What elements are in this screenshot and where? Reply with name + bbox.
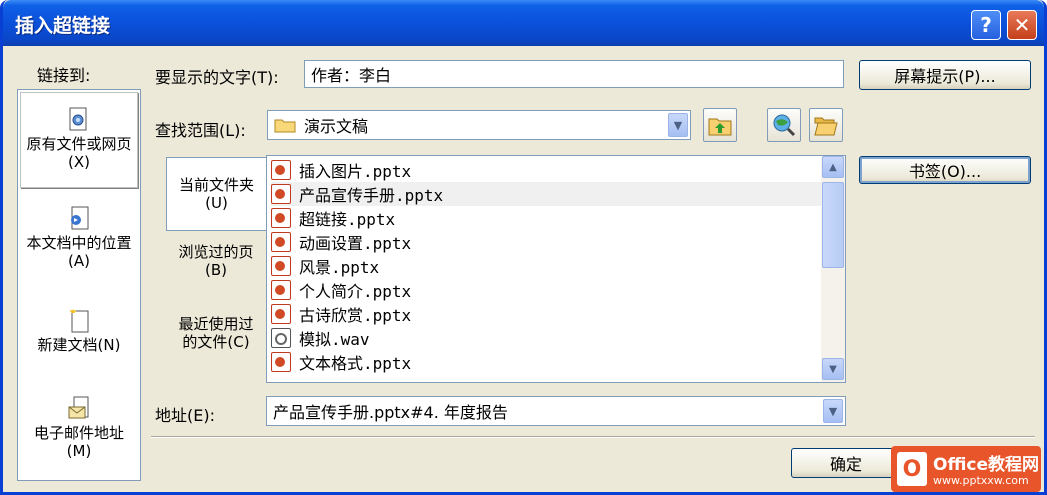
- close-button[interactable]: ✕: [1007, 10, 1037, 40]
- place-in-document[interactable]: 本文档中的位置(A): [20, 202, 138, 282]
- browse-web-button[interactable]: [767, 108, 801, 142]
- list-item[interactable]: 模拟.wav: [271, 326, 821, 350]
- scroll-thumb[interactable]: [822, 182, 844, 268]
- place-existing-file[interactable]: 原有文件或网页(X): [20, 92, 138, 188]
- bookmark-button[interactable]: 书签(O)...: [859, 156, 1031, 184]
- office-logo-icon: O: [897, 452, 927, 486]
- place-in-document-icon: [68, 206, 90, 232]
- chevron-down-icon[interactable]: ▼: [823, 399, 843, 423]
- file-name: 风景.pptx: [299, 258, 380, 277]
- up-folder-icon: [708, 118, 732, 136]
- pptx-file-icon: [271, 184, 291, 204]
- chevron-down-icon[interactable]: ▼: [668, 113, 688, 137]
- pptx-file-icon: [271, 352, 291, 372]
- file-name: 个人简介.pptx: [299, 282, 412, 301]
- pptx-file-icon: [271, 256, 291, 276]
- folder-icon: [274, 117, 296, 133]
- tab-current-folder[interactable]: 当前文件夹(U): [166, 157, 266, 231]
- tab-browsed-pages[interactable]: 浏览过的页(B): [166, 243, 266, 279]
- tab-current-folder-label: 当前文件夹(U): [178, 176, 254, 212]
- link-to-label: 链接到:: [37, 66, 91, 85]
- tab-recent-files-label: 最近使用过的文件(C): [178, 315, 254, 351]
- list-item[interactable]: 文本格式.pptx: [271, 350, 821, 374]
- place-in-document-label: 本文档中的位置(A): [26, 234, 132, 270]
- help-button[interactable]: ?: [971, 10, 1001, 40]
- pptx-file-icon: [271, 280, 291, 300]
- display-text-label: 要显示的文字(T):: [155, 68, 279, 87]
- browse-file-button[interactable]: [809, 108, 843, 142]
- place-email-address[interactable]: 电子邮件地址(M): [20, 396, 138, 476]
- list-item[interactable]: 古诗欣赏.pptx: [271, 302, 821, 326]
- wav-file-icon: [271, 328, 291, 348]
- file-name: 模拟.wav: [299, 330, 370, 349]
- watermark-logo: O Office教程网 www.pptxxw.com: [891, 446, 1041, 492]
- place-email-address-label: 电子邮件地址(M): [33, 424, 124, 460]
- scroll-up-icon[interactable]: ▲: [822, 156, 844, 178]
- display-text-input[interactable]: 作者：李白: [304, 60, 844, 88]
- tab-recent-files[interactable]: 最近使用过的文件(C): [166, 315, 266, 351]
- screen-tip-button[interactable]: 屏幕提示(P)...: [859, 60, 1031, 90]
- look-in-value: 演示文稿: [304, 117, 369, 136]
- scroll-down-icon[interactable]: ▼: [822, 358, 844, 380]
- watermark-url: www.pptxxw.com: [933, 474, 1029, 487]
- insert-hyperlink-dialog: 插入超链接 ? ✕ 链接到: 原有文件或网页(X) 本文档中的位置(A) 新建文…: [0, 0, 1047, 495]
- title-bar[interactable]: 插入超链接 ? ✕: [3, 0, 1044, 46]
- address-label: 地址(E):: [155, 406, 215, 425]
- open-folder-icon: [814, 117, 838, 136]
- divider: [151, 436, 1035, 438]
- place-existing-file-label: 原有文件或网页(X): [26, 135, 132, 171]
- pptx-file-icon: [271, 208, 291, 228]
- browse-web-icon: [773, 114, 796, 137]
- look-in-label: 查找范围(L):: [155, 121, 246, 140]
- file-list[interactable]: 插入图片.pptx 产品宣传手册.pptx 超链接.pptx 动画设置.pptx…: [266, 155, 846, 383]
- tab-browsed-pages-label: 浏览过的页(B): [178, 243, 254, 279]
- existing-file-icon: [68, 107, 90, 133]
- file-name: 动画设置.pptx: [299, 234, 412, 253]
- email-address-icon: [68, 396, 90, 422]
- ok-button[interactable]: 确定: [791, 448, 901, 478]
- dialog-title: 插入超链接: [15, 15, 111, 37]
- file-name: 产品宣传手册.pptx: [299, 186, 444, 205]
- list-item[interactable]: 插入图片.pptx: [271, 158, 821, 182]
- browse-tabs: 当前文件夹(U) 浏览过的页(B) 最近使用过的文件(C): [166, 155, 266, 383]
- place-new-document-label: 新建文档(N): [37, 336, 121, 354]
- pptx-file-icon: [271, 304, 291, 324]
- list-item[interactable]: 风景.pptx: [271, 254, 821, 278]
- file-name: 插入图片.pptx: [299, 162, 412, 181]
- help-icon: ?: [980, 13, 992, 37]
- pptx-file-icon: [271, 160, 291, 180]
- pptx-file-icon: [271, 232, 291, 252]
- list-item[interactable]: 超链接.pptx: [271, 206, 821, 230]
- file-name: 文本格式.pptx: [299, 354, 412, 373]
- address-combo[interactable]: 产品宣传手册.pptx#4. 年度报告 ▼: [266, 396, 846, 426]
- file-name: 古诗欣赏.pptx: [299, 306, 412, 325]
- new-document-icon: [68, 308, 90, 334]
- close-icon: ✕: [1013, 13, 1031, 37]
- list-item[interactable]: 动画设置.pptx: [271, 230, 821, 254]
- list-item[interactable]: 个人简介.pptx: [271, 278, 821, 302]
- look-in-combo[interactable]: 演示文稿 ▼: [267, 110, 691, 140]
- link-to-panel: 原有文件或网页(X) 本文档中的位置(A) 新建文档(N) 电子邮件地址(M): [17, 89, 141, 481]
- place-new-document[interactable]: 新建文档(N): [20, 308, 138, 368]
- file-name: 超链接.pptx: [299, 210, 396, 229]
- address-value: 产品宣传手册.pptx#4. 年度报告: [273, 403, 508, 422]
- up-one-folder-button[interactable]: [703, 108, 737, 142]
- list-item[interactable]: 产品宣传手册.pptx: [271, 182, 821, 206]
- watermark-brand: Office教程网: [933, 455, 1040, 475]
- file-list-scrollbar[interactable]: ▲ ▼: [821, 156, 845, 382]
